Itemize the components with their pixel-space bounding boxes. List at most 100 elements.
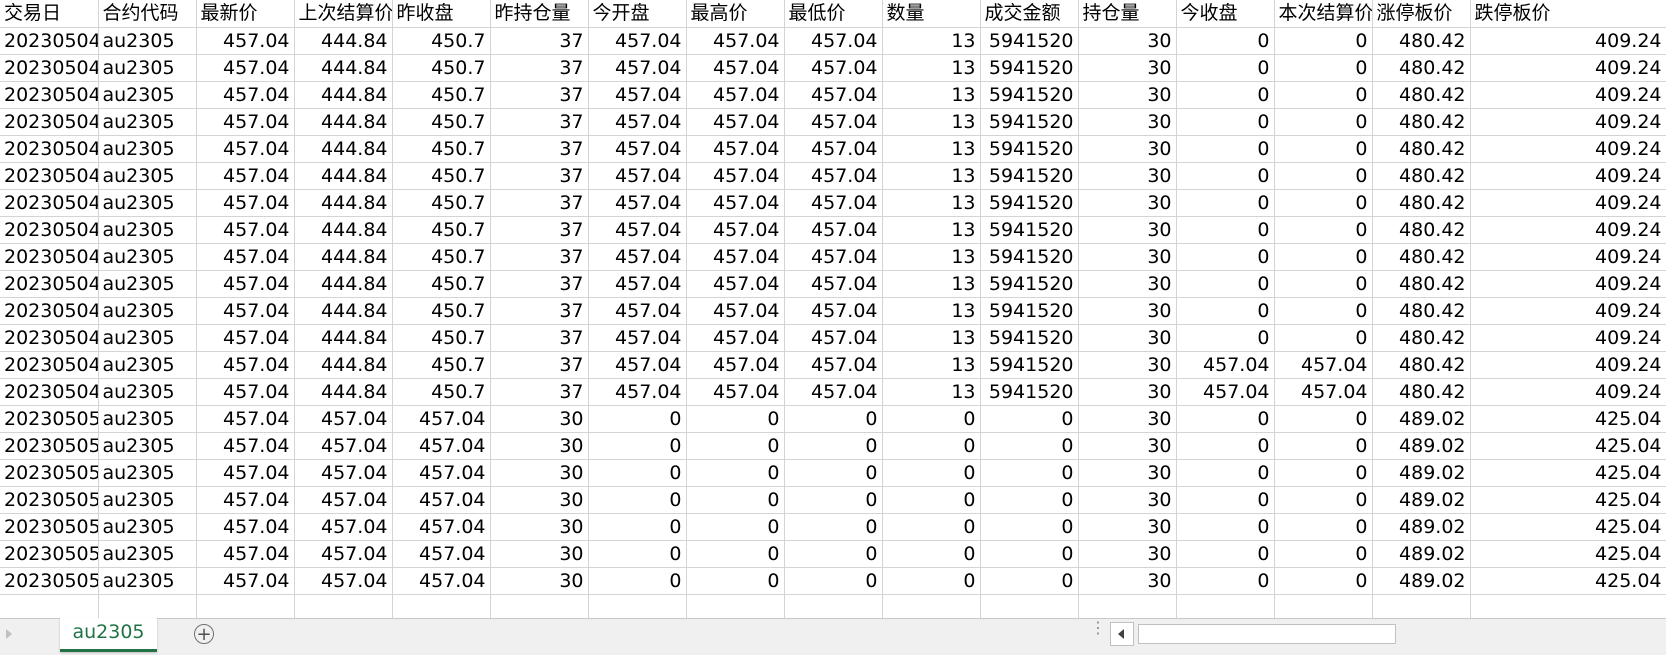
table-cell[interactable]: 480.42 bbox=[1372, 243, 1471, 271]
table-cell[interactable]: 457.04 bbox=[588, 243, 687, 271]
table-cell[interactable]: 5941520 bbox=[980, 81, 1079, 109]
table-cell[interactable] bbox=[1078, 594, 1177, 618]
data-table[interactable]: 交易日 合约代码 最新价 上次结算价 昨收盘 昨持仓量 今开盘 最高价 最低价 数量 成交金额 持仓量… bbox=[0, 0, 1666, 618]
table-cell[interactable]: 0 bbox=[1176, 216, 1275, 244]
table-cell[interactable]: 37 bbox=[490, 189, 589, 217]
table-cell[interactable]: 450.7 bbox=[392, 378, 491, 406]
table-cell[interactable]: 13 bbox=[882, 135, 981, 163]
spreadsheet-grid[interactable]: 交易日 合约代码 最新价 上次结算价 昨收盘 昨持仓量 今开盘 最高价 最低价 数量 成交金额 持仓量… bbox=[0, 0, 1666, 618]
table-cell[interactable]: 0 bbox=[588, 405, 687, 433]
table-cell[interactable]: 444.84 bbox=[294, 108, 393, 136]
table-cell[interactable]: au2305 bbox=[98, 540, 197, 568]
table-cell[interactable]: 457.04 bbox=[392, 405, 491, 433]
table-cell[interactable]: 20230504 bbox=[0, 27, 99, 55]
vertical-dots-icon[interactable]: ⋮ bbox=[1090, 620, 1106, 636]
table-cell[interactable]: 30 bbox=[1078, 297, 1177, 325]
table-cell[interactable]: 30 bbox=[490, 459, 589, 487]
table-cell[interactable]: 457.04 bbox=[784, 108, 883, 136]
table-cell[interactable]: 0 bbox=[980, 405, 1079, 433]
table-cell[interactable]: 409.24 bbox=[1470, 135, 1666, 163]
table-cell[interactable]: 37 bbox=[490, 27, 589, 55]
table-cell[interactable]: 480.42 bbox=[1372, 189, 1471, 217]
table-cell[interactable]: 489.02 bbox=[1372, 459, 1471, 487]
table-cell[interactable]: 0 bbox=[1274, 540, 1373, 568]
table-cell[interactable]: 480.42 bbox=[1372, 27, 1471, 55]
table-cell[interactable]: 444.84 bbox=[294, 324, 393, 352]
column-header[interactable]: 最新价 bbox=[196, 0, 295, 28]
table-cell[interactable]: 450.7 bbox=[392, 270, 491, 298]
table-cell[interactable]: 489.02 bbox=[1372, 513, 1471, 541]
column-header[interactable]: 昨收盘 bbox=[392, 0, 491, 28]
table-cell[interactable]: 409.24 bbox=[1470, 108, 1666, 136]
table-cell[interactable]: 20230505 bbox=[0, 540, 99, 568]
table-cell[interactable]: 457.04 bbox=[196, 162, 295, 190]
table-cell[interactable]: 0 bbox=[588, 459, 687, 487]
column-header[interactable]: 持仓量 bbox=[1078, 0, 1177, 28]
table-cell[interactable]: 457.04 bbox=[196, 486, 295, 514]
table-cell[interactable]: 20230505 bbox=[0, 567, 99, 595]
table-cell[interactable]: 13 bbox=[882, 324, 981, 352]
table-cell[interactable] bbox=[490, 594, 589, 618]
table-cell[interactable]: 20230504 bbox=[0, 297, 99, 325]
table-cell[interactable]: 425.04 bbox=[1470, 540, 1666, 568]
table-cell[interactable]: 20230504 bbox=[0, 81, 99, 109]
table-cell[interactable]: 457.04 bbox=[196, 297, 295, 325]
table-cell[interactable]: 457.04 bbox=[196, 324, 295, 352]
table-cell[interactable]: au2305 bbox=[98, 135, 197, 163]
table-cell[interactable] bbox=[588, 594, 687, 618]
table-cell[interactable]: 457.04 bbox=[784, 216, 883, 244]
table-cell[interactable]: 409.24 bbox=[1470, 54, 1666, 82]
table-cell[interactable]: 450.7 bbox=[392, 243, 491, 271]
table-cell[interactable]: 409.24 bbox=[1470, 378, 1666, 406]
table-cell[interactable]: 0 bbox=[1176, 567, 1275, 595]
table-cell[interactable]: 425.04 bbox=[1470, 405, 1666, 433]
table-cell[interactable]: 480.42 bbox=[1372, 135, 1471, 163]
table-cell[interactable]: 5941520 bbox=[980, 270, 1079, 298]
table-cell[interactable]: 0 bbox=[686, 567, 785, 595]
table-cell[interactable]: 0 bbox=[1274, 135, 1373, 163]
table-cell[interactable]: 30 bbox=[1078, 540, 1177, 568]
table-cell[interactable]: 425.04 bbox=[1470, 567, 1666, 595]
table-cell[interactable]: au2305 bbox=[98, 54, 197, 82]
table-cell[interactable]: 457.04 bbox=[196, 378, 295, 406]
table-cell[interactable]: 0 bbox=[784, 459, 883, 487]
table-cell[interactable]: 0 bbox=[686, 486, 785, 514]
table-cell[interactable]: 30 bbox=[1078, 162, 1177, 190]
table-cell[interactable]: 444.84 bbox=[294, 297, 393, 325]
table-cell[interactable]: 0 bbox=[1176, 513, 1275, 541]
table-cell[interactable]: 457.04 bbox=[686, 216, 785, 244]
table-cell[interactable] bbox=[1372, 594, 1471, 618]
table-cell[interactable]: 0 bbox=[1274, 405, 1373, 433]
table-cell[interactable]: 480.42 bbox=[1372, 297, 1471, 325]
table-cell[interactable]: 0 bbox=[784, 540, 883, 568]
table-cell[interactable]: 13 bbox=[882, 216, 981, 244]
table-cell[interactable]: 457.04 bbox=[784, 135, 883, 163]
table-cell[interactable]: 30 bbox=[1078, 351, 1177, 379]
column-header[interactable]: 最高价 bbox=[686, 0, 785, 28]
table-cell[interactable]: 457.04 bbox=[588, 378, 687, 406]
table-cell[interactable]: 5941520 bbox=[980, 243, 1079, 271]
table-cell[interactable]: 0 bbox=[1176, 270, 1275, 298]
table-cell[interactable]: 489.02 bbox=[1372, 486, 1471, 514]
table-cell[interactable]: 457.04 bbox=[686, 324, 785, 352]
table-cell[interactable]: 457.04 bbox=[196, 459, 295, 487]
table-cell[interactable]: 457.04 bbox=[196, 108, 295, 136]
table-cell[interactable]: 30 bbox=[490, 540, 589, 568]
table-cell[interactable]: 20230504 bbox=[0, 324, 99, 352]
table-cell[interactable] bbox=[196, 594, 295, 618]
table-cell[interactable]: au2305 bbox=[98, 459, 197, 487]
table-cell[interactable]: 5941520 bbox=[980, 54, 1079, 82]
table-cell[interactable]: 457.04 bbox=[196, 243, 295, 271]
table-cell[interactable]: 457.04 bbox=[784, 351, 883, 379]
column-header[interactable]: 最低价 bbox=[784, 0, 883, 28]
table-cell[interactable]: 0 bbox=[1176, 459, 1275, 487]
table-cell[interactable]: 457.04 bbox=[196, 405, 295, 433]
table-cell[interactable]: 20230505 bbox=[0, 459, 99, 487]
table-cell[interactable]: 0 bbox=[980, 459, 1079, 487]
table-cell[interactable]: au2305 bbox=[98, 567, 197, 595]
table-cell[interactable]: 0 bbox=[784, 567, 883, 595]
table-cell[interactable]: 457.04 bbox=[686, 297, 785, 325]
table-cell[interactable]: 0 bbox=[1176, 81, 1275, 109]
table-cell[interactable]: au2305 bbox=[98, 378, 197, 406]
table-cell[interactable]: 5941520 bbox=[980, 189, 1079, 217]
